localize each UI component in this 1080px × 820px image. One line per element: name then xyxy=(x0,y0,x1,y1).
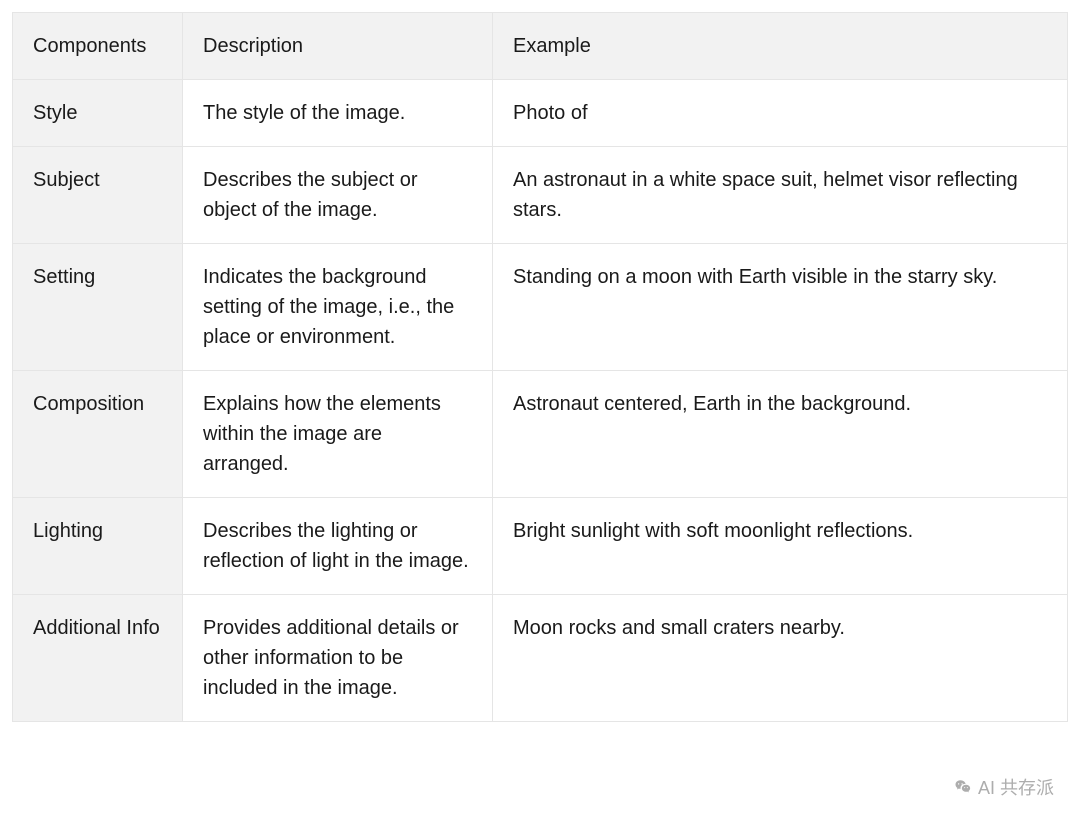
cell-example: An astronaut in a white space suit, helm… xyxy=(493,147,1068,244)
cell-component: Lighting xyxy=(13,498,183,595)
cell-description: Provides additional details or other inf… xyxy=(183,595,493,722)
table-row: Lighting Describes the lighting or refle… xyxy=(13,498,1068,595)
cell-description: Explains how the elements within the ima… xyxy=(183,371,493,498)
cell-component: Subject xyxy=(13,147,183,244)
table-row: Subject Describes the subject or object … xyxy=(13,147,1068,244)
cell-description: Describes the lighting or reflection of … xyxy=(183,498,493,595)
header-example: Example xyxy=(493,13,1068,80)
table-row: Additional Info Provides additional deta… xyxy=(13,595,1068,722)
table-header-row: Components Description Example xyxy=(13,13,1068,80)
cell-component: Additional Info xyxy=(13,595,183,722)
cell-example: Bright sunlight with soft moonlight refl… xyxy=(493,498,1068,595)
components-table: Components Description Example Style The… xyxy=(12,12,1068,722)
cell-component: Style xyxy=(13,80,183,147)
wechat-icon xyxy=(954,778,972,796)
header-description: Description xyxy=(183,13,493,80)
watermark-text: AI 共存派 xyxy=(978,774,1054,800)
cell-description: Describes the subject or object of the i… xyxy=(183,147,493,244)
cell-example: Moon rocks and small craters nearby. xyxy=(493,595,1068,722)
cell-description: The style of the image. xyxy=(183,80,493,147)
cell-example: Standing on a moon with Earth visible in… xyxy=(493,244,1068,371)
table-row: Setting Indicates the background setting… xyxy=(13,244,1068,371)
cell-component: Composition xyxy=(13,371,183,498)
cell-example: Photo of xyxy=(493,80,1068,147)
watermark: AI 共存派 xyxy=(954,774,1054,800)
table-row: Style The style of the image. Photo of xyxy=(13,80,1068,147)
cell-example: Astronaut centered, Earth in the backgro… xyxy=(493,371,1068,498)
header-components: Components xyxy=(13,13,183,80)
table-row: Composition Explains how the elements wi… xyxy=(13,371,1068,498)
cell-description: Indicates the background setting of the … xyxy=(183,244,493,371)
cell-component: Setting xyxy=(13,244,183,371)
